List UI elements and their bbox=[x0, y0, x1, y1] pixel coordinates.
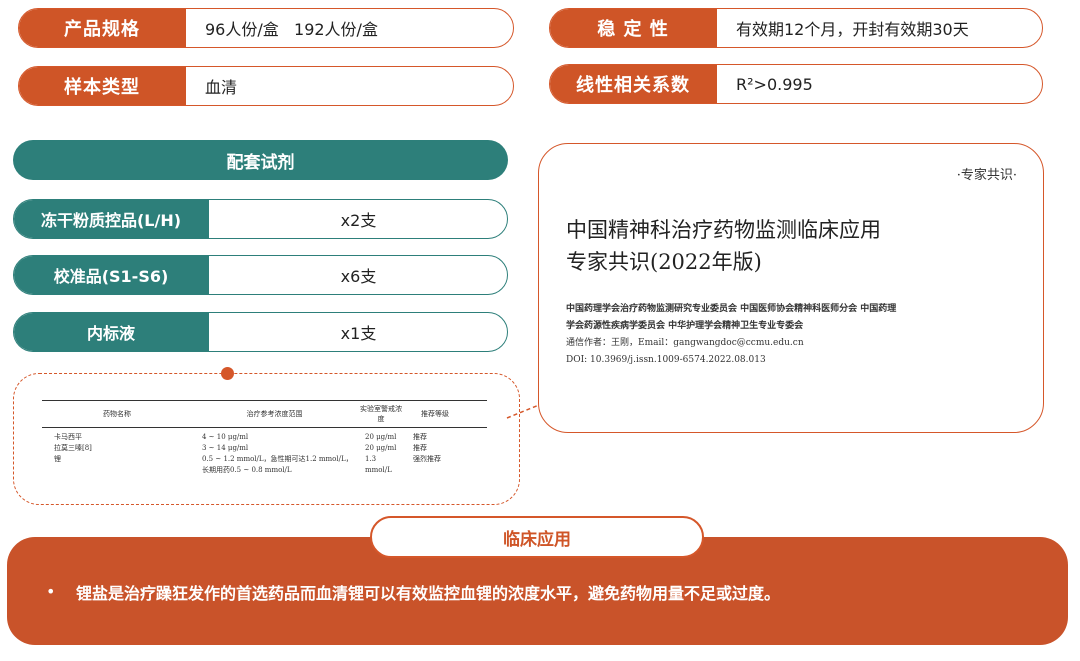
table-cell: 3 ~ 14 μg/ml bbox=[202, 444, 249, 452]
reagent-quantity: x6支 bbox=[340, 267, 377, 286]
paper-title: 中国精神科治疗药物监测临床应用 专家共识(2022年版) bbox=[566, 214, 1006, 278]
table-cell: 推荐 bbox=[413, 444, 427, 452]
table-cell: 强烈推荐 bbox=[413, 455, 441, 463]
table-cell: 20 μg/ml bbox=[365, 444, 397, 452]
paper-title-line: 专家共识(2022年版) bbox=[566, 250, 762, 274]
paper-title-line: 中国精神科治疗药物监测临床应用 bbox=[566, 218, 881, 242]
table-header-cell: 治疗参考浓度范围 bbox=[246, 410, 303, 418]
clinical-title: 临床应用 bbox=[370, 516, 704, 558]
table-header-cell: 推荐等级 bbox=[421, 410, 449, 418]
table-cell: 卡马西平 bbox=[54, 433, 82, 441]
table-row: 锂 0.5 ~ 1.2 mmol/L，急性期可达1.2 mmol/L，长期用药0… bbox=[42, 454, 487, 476]
spec-row-stability: 稳 定 性 有效期12个月，开封有效期30天 bbox=[549, 8, 1043, 48]
table-cell: 1.3 mmol/L bbox=[365, 455, 392, 474]
spec-label: 线性相关系数 bbox=[550, 65, 717, 103]
spec-value: 血清 bbox=[205, 78, 238, 97]
spec-row-sample: 样本类型 血清 bbox=[18, 66, 514, 106]
table-cell: 20 μg/ml bbox=[365, 433, 397, 441]
reagent-quantity: x1支 bbox=[340, 324, 377, 343]
paper-contact: 通信作者：王刚，Email：gangwangdoc@ccmu.edu.cn bbox=[566, 338, 804, 348]
spec-label: 稳 定 性 bbox=[550, 9, 717, 47]
spec-label: 产品规格 bbox=[19, 9, 186, 47]
paper-doi: DOI: 10.3969/j.issn.1009-6574.2022.08.01… bbox=[566, 355, 766, 365]
table-cell: 0.5 ~ 1.2 mmol/L，急性期可达1.2 mmol/L，长期用药0.5… bbox=[202, 455, 353, 474]
table-row: 拉莫三嗪[8] 3 ~ 14 μg/ml 20 μg/ml 推荐 bbox=[42, 443, 487, 454]
paper-authors: 中国药理学会治疗药物监测研究专业委员会 中国医师协会精神科医师分会 中国药理 学… bbox=[566, 301, 1036, 369]
bullet-icon: • bbox=[46, 582, 56, 601]
clinical-text: 锂盐是治疗躁狂发作的首选药品而血清锂可以有效监控血锂的浓度水平，避免药物用量不足… bbox=[76, 584, 781, 603]
reagent-label: 内标液 bbox=[14, 313, 209, 351]
spec-value: 有效期12个月，开封有效期30天 bbox=[736, 20, 969, 39]
paper-tag: ·专家共识· bbox=[956, 168, 1017, 183]
reagent-row: 校准品(S1-S6) x6支 bbox=[13, 255, 508, 295]
table-row: 卡马西平 4 ~ 10 μg/ml 20 μg/ml 推荐 bbox=[42, 432, 487, 443]
table-header: 药物名称 治疗参考浓度范围 实验室警戒浓度 推荐等级 bbox=[42, 400, 487, 428]
connector-dot bbox=[221, 367, 234, 380]
table-cell: 4 ~ 10 μg/ml bbox=[202, 433, 249, 441]
spec-row-product: 产品规格 96人份/盒 192人份/盒 bbox=[18, 8, 514, 48]
reagent-row: 内标液 x1支 bbox=[13, 312, 508, 352]
reagent-label: 冻干粉质控品(L/H) bbox=[14, 200, 209, 238]
reagent-quantity: x2支 bbox=[340, 211, 377, 230]
reagent-row: 冻干粉质控品(L/H) x2支 bbox=[13, 199, 508, 239]
table-cell: 拉莫三嗪[8] bbox=[54, 444, 92, 452]
spec-value: 96人份/盒 192人份/盒 bbox=[205, 20, 378, 39]
authors-line: 学会药源性疾病学委员会 中华护理学会精神卫生专业专委会 bbox=[566, 321, 804, 331]
reagent-label: 校准品(S1-S6) bbox=[14, 256, 209, 294]
reagents-title: 配套试剂 bbox=[13, 140, 508, 180]
table-header-cell: 实验室警戒浓度 bbox=[360, 405, 402, 423]
paper-card: ·专家共识· 中国精神科治疗药物监测临床应用 专家共识(2022年版) 中国药理… bbox=[538, 143, 1044, 433]
spec-value: R²>0.995 bbox=[736, 74, 813, 94]
authors-line: 中国药理学会治疗药物监测研究专业委员会 中国医师协会精神科医师分会 中国药理 bbox=[566, 304, 897, 314]
spec-row-linearity: 线性相关系数 R²>0.995 bbox=[549, 64, 1043, 104]
spec-label: 样本类型 bbox=[19, 67, 186, 105]
table-cell: 锂 bbox=[54, 455, 61, 463]
reference-table: 药物名称 治疗参考浓度范围 实验室警戒浓度 推荐等级 卡马西平 4 ~ 10 μ… bbox=[42, 400, 487, 476]
table-cell: 推荐 bbox=[413, 433, 427, 441]
table-header-cell: 药物名称 bbox=[103, 410, 131, 418]
